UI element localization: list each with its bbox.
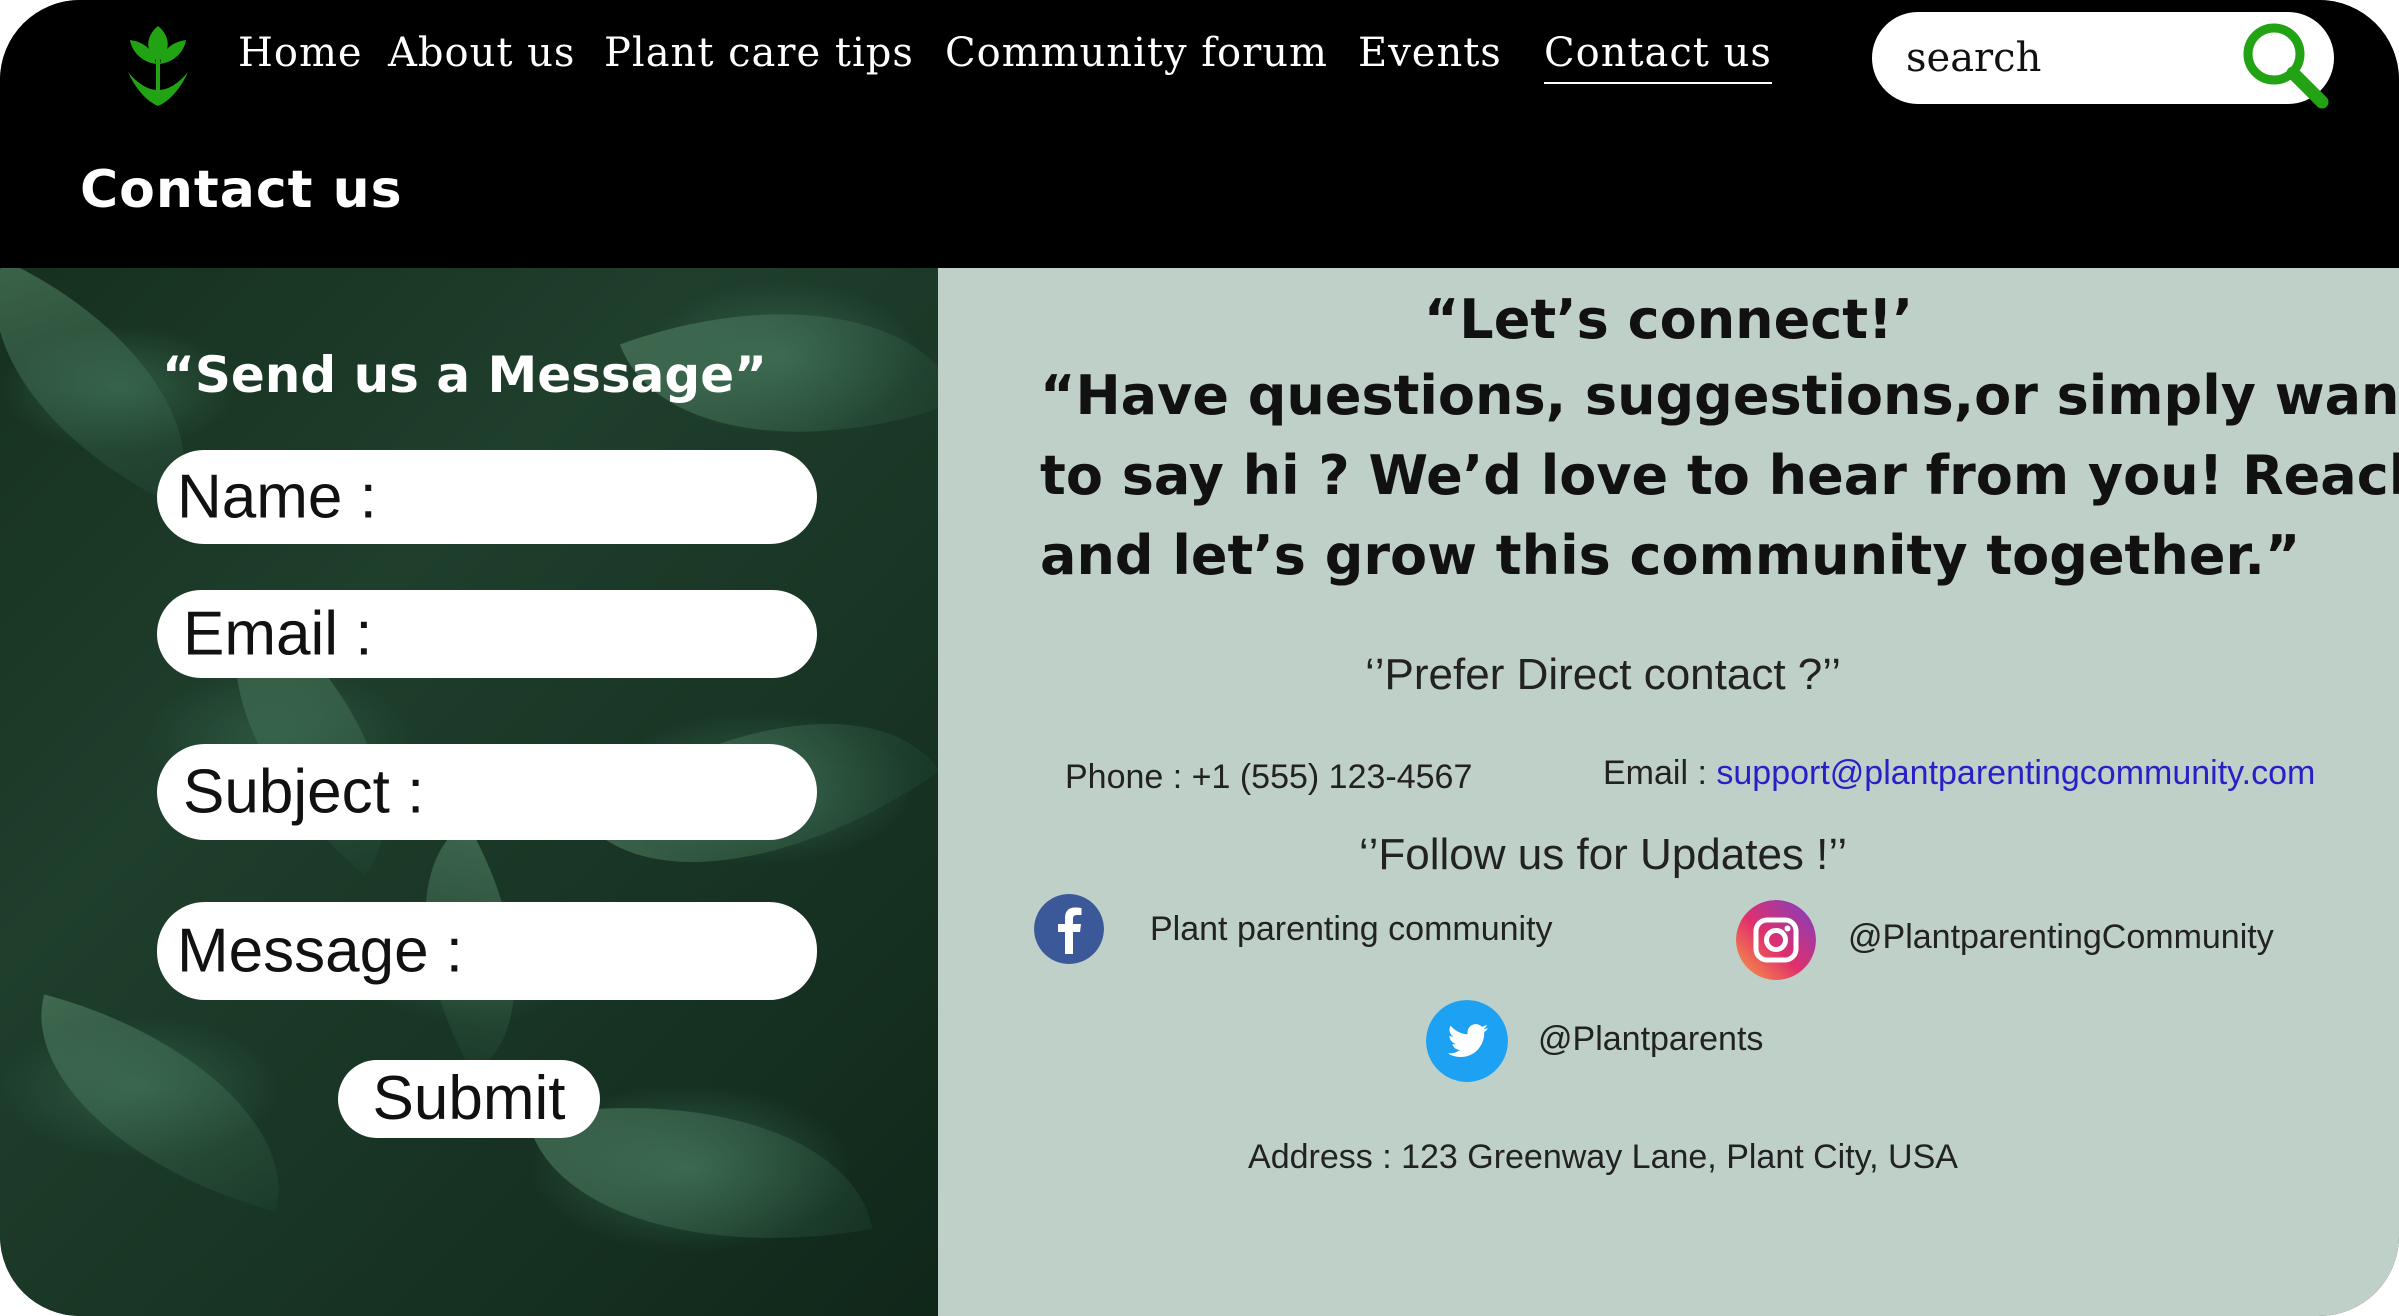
intro-line: “Have questions, suggestions,or simply w… — [1040, 364, 2399, 427]
nav-home[interactable]: Home — [238, 30, 363, 76]
nav-about-us[interactable]: About us — [388, 30, 575, 76]
site-header: Home About us Plant care tips Community … — [0, 0, 2399, 268]
nav-community-forum[interactable]: Community forum — [945, 30, 1328, 76]
twitter-handle[interactable]: @Plantparents — [1538, 1020, 1763, 1059]
address-text: Address : 123 Greenway Lane, Plant City,… — [1248, 1138, 1958, 1176]
email-field-label: Email : — [183, 599, 373, 669]
email-link[interactable]: support@plantparentingcommunity.com — [1716, 754, 2315, 792]
nav-events[interactable]: Events — [1358, 30, 1502, 76]
subject-field-label: Subject : — [183, 757, 425, 827]
facebook-handle[interactable]: Plant parenting community — [1150, 910, 1553, 949]
follow-title: ‘’Follow us for Updates !’’ — [1358, 830, 1848, 879]
message-field[interactable]: Message : — [157, 902, 817, 1000]
connect-heading: “Let’s connect!’ — [1423, 288, 1914, 351]
intro-line: to say hi ? We’d love to hear from you! … — [1040, 444, 2399, 507]
direct-contact-title: ‘’Prefer Direct contact ?’’ — [1364, 650, 1842, 699]
search-icon[interactable] — [2234, 14, 2334, 114]
name-field[interactable]: Name : — [157, 450, 817, 544]
phone-number: Phone : +1 (555) 123-4567 — [1065, 758, 1473, 796]
search-box — [1872, 12, 2334, 109]
leaf-decoration — [5, 994, 315, 1212]
subject-field[interactable]: Subject : — [157, 744, 817, 840]
app-frame: Home About us Plant care tips Community … — [0, 0, 2399, 1316]
leaf-logo-icon[interactable] — [118, 18, 198, 110]
intro-line: and let’s grow this community together.” — [1040, 524, 2301, 587]
page-title: Contact us — [80, 160, 403, 220]
nav-contact-us[interactable]: Contact us — [1544, 30, 1772, 84]
email-label: Email : — [1603, 754, 1707, 792]
contact-info-panel: “Let’s connect!’ “Have questions, sugges… — [938, 268, 2399, 1316]
email-field[interactable]: Email : — [157, 590, 817, 678]
instagram-icon[interactable] — [1736, 900, 1816, 980]
form-title: “Send us a Message” — [162, 346, 767, 404]
message-field-label: Message : — [177, 916, 464, 986]
twitter-icon[interactable] — [1426, 1000, 1508, 1082]
submit-button[interactable]: Submit — [338, 1060, 600, 1138]
name-field-label: Name : — [177, 462, 377, 532]
search-input[interactable] — [1906, 30, 2236, 86]
message-form-panel: “Send us a Message” Name : Email : Subje… — [0, 268, 938, 1316]
facebook-icon[interactable] — [1034, 894, 1104, 964]
email-info: Email : support@plantparentingcommunity.… — [1603, 754, 2315, 793]
instagram-handle[interactable]: @PlantparentingCommunity — [1848, 918, 2274, 957]
nav-plant-care-tips[interactable]: Plant care tips — [604, 30, 914, 76]
